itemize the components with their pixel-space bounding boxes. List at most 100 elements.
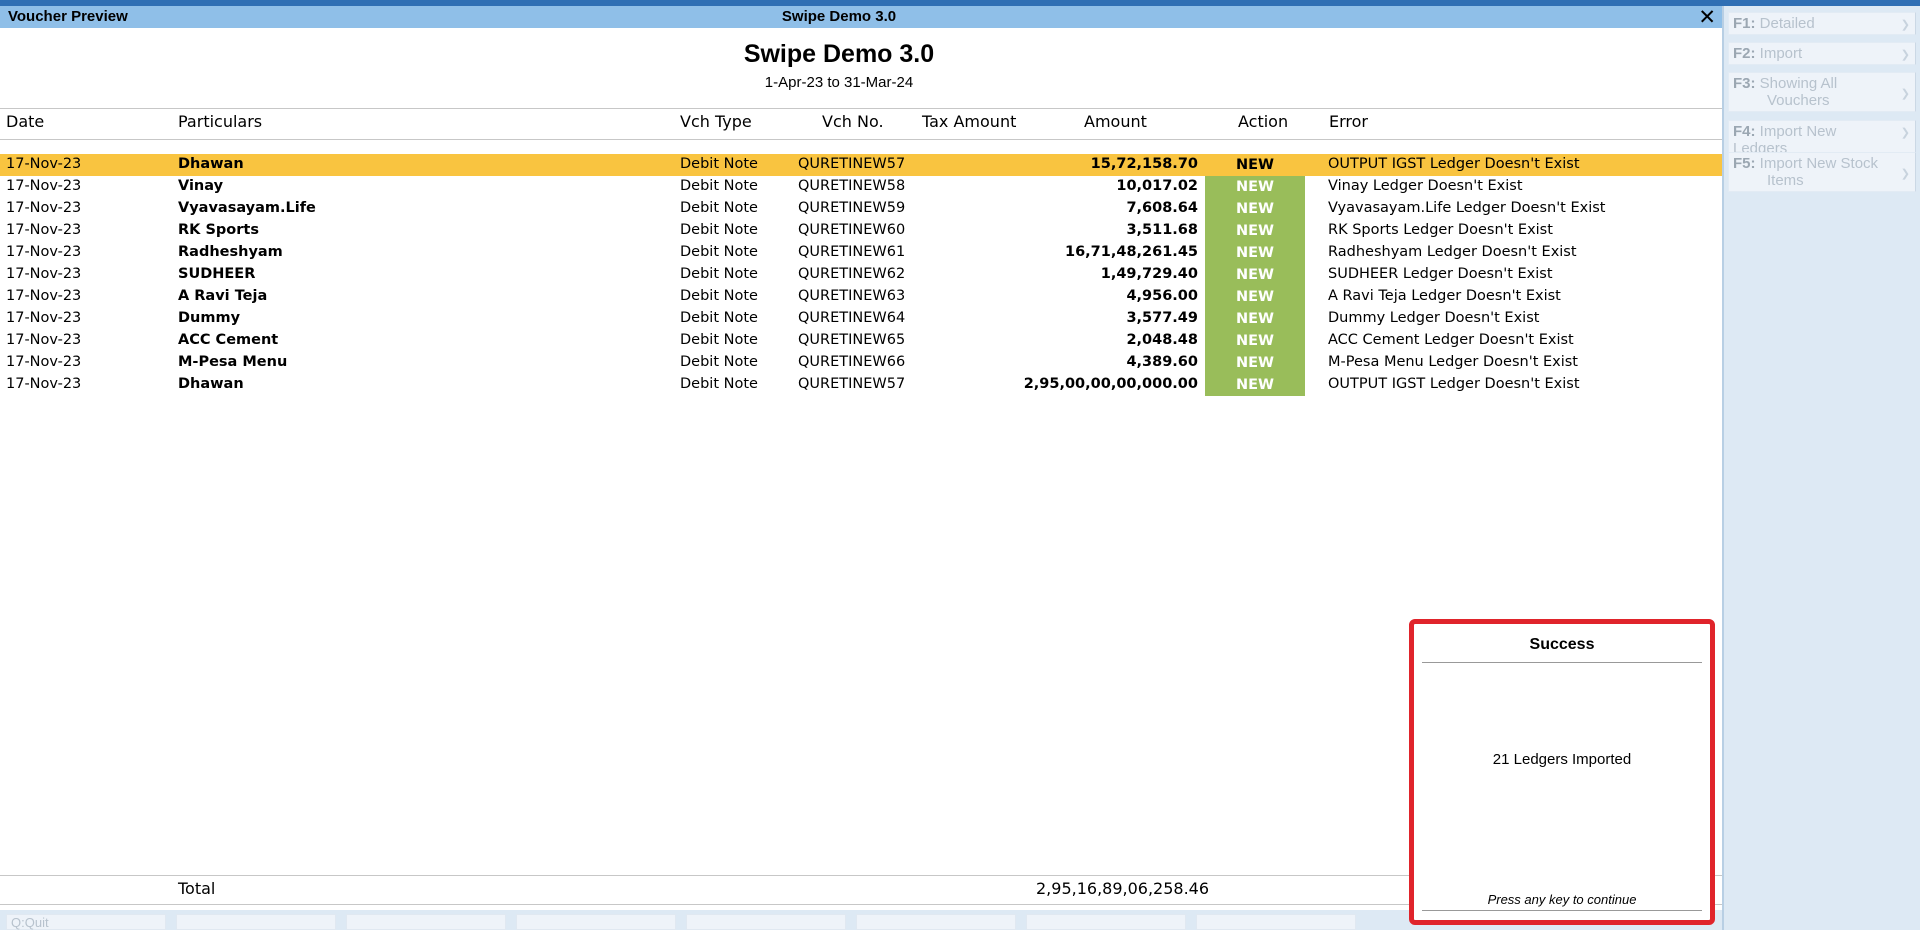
bottom-button-slot[interactable] <box>856 914 1016 930</box>
table-row[interactable]: 17-Nov-23 Dhawan Debit Note QURETINEW57 … <box>0 154 1722 176</box>
company-name: Swipe Demo 3.0 <box>743 40 935 68</box>
table-row[interactable]: 17-Nov-23 RK Sports Debit Note QURETINEW… <box>0 220 1722 242</box>
table-row[interactable]: 17-Nov-23 Vyavasayam.Life Debit Note QUR… <box>0 198 1722 220</box>
chevron-right-icon: ❯ <box>1900 168 1910 180</box>
col-tax-amount: Tax Amount <box>922 112 1017 131</box>
f1-detailed-button[interactable]: F1: Detailed ❯ <box>1728 12 1916 35</box>
f3-label: Showing All <box>1759 75 1838 92</box>
cell-date: 17-Nov-23 <box>6 288 82 304</box>
cell-vch-no: QURETINEW60 <box>798 222 906 238</box>
col-vch-type: Vch Type <box>680 112 752 131</box>
bottom-button-slot[interactable] <box>516 914 676 930</box>
cell-date: 17-Nov-23 <box>6 266 82 282</box>
cell-date: 17-Nov-23 <box>6 178 82 194</box>
cell-particulars: Vyavasayam.Life <box>178 200 316 216</box>
cell-vch-type: Debit Note <box>680 354 758 370</box>
bottom-button-slot[interactable] <box>176 914 336 930</box>
close-icon[interactable]: ✕ <box>1698 5 1716 30</box>
table-row[interactable]: 17-Nov-23 A Ravi Teja Debit Note QURETIN… <box>0 286 1722 308</box>
cell-particulars: M-Pesa Menu <box>178 354 288 370</box>
cell-amount: 15,72,158.70 <box>1090 156 1198 172</box>
f5-key: F5: <box>1733 155 1756 172</box>
cell-action-badge: NEW <box>1205 220 1305 242</box>
dialog-title: Success <box>1422 636 1702 663</box>
cell-date: 17-Nov-23 <box>6 156 82 172</box>
cell-error: Radheshyam Ledger Doesn't Exist <box>1328 244 1577 260</box>
cell-amount: 7,608.64 <box>1126 200 1198 216</box>
dialog-message: 21 Ledgers Imported <box>1492 751 1632 768</box>
table-row[interactable]: 17-Nov-23 Vinay Debit Note QURETINEW58 1… <box>0 176 1722 198</box>
table-row[interactable]: 17-Nov-23 Radheshyam Debit Note QURETINE… <box>0 242 1722 264</box>
cell-action-badge: NEW <box>1205 286 1305 308</box>
cell-error: Dummy Ledger Doesn't Exist <box>1328 310 1540 326</box>
f4-key: F4: <box>1733 123 1756 140</box>
col-date: Date <box>6 112 45 131</box>
quit-button[interactable]: Q:Quit <box>6 914 166 930</box>
cell-amount: 4,389.60 <box>1126 354 1198 370</box>
table-row[interactable]: 17-Nov-23 Dhawan Debit Note QURETINEW57 … <box>0 374 1722 396</box>
bottom-button-slot[interactable] <box>1026 914 1186 930</box>
total-label: Total <box>178 879 216 898</box>
chevron-right-icon: ❯ <box>1900 49 1910 61</box>
cell-vch-no: QURETINEW66 <box>798 354 906 370</box>
f2-import-button[interactable]: F2: Import ❯ <box>1728 42 1916 65</box>
cell-action-badge: NEW <box>1205 264 1305 286</box>
cell-amount: 10,017.02 <box>1116 178 1198 194</box>
cell-error: A Ravi Teja Ledger Doesn't Exist <box>1328 288 1561 304</box>
cell-vch-no: QURETINEW65 <box>798 332 906 348</box>
cell-vch-no: QURETINEW62 <box>798 266 906 282</box>
f1-label: Detailed <box>1759 15 1815 32</box>
cell-error: OUTPUT IGST Ledger Doesn't Exist <box>1328 156 1580 172</box>
title-bar: Voucher Preview Swipe Demo 3.0 ✕ <box>0 5 1722 30</box>
cell-date: 17-Nov-23 <box>6 376 82 392</box>
cell-vch-no: QURETINEW57 <box>798 156 906 172</box>
cell-action-badge: NEW <box>1205 176 1305 198</box>
col-error: Error <box>1329 112 1368 131</box>
cell-action-badge: NEW <box>1205 330 1305 352</box>
f5-label-line2: Items <box>1767 172 1804 189</box>
cell-date: 17-Nov-23 <box>6 332 82 348</box>
success-dialog[interactable]: Success 21 Ledgers Imported Press any ke… <box>1409 619 1715 925</box>
cell-particulars: A Ravi Teja <box>178 288 268 304</box>
f1-key: F1: <box>1733 15 1756 32</box>
cell-vch-no: QURETINEW58 <box>798 178 906 194</box>
table-row[interactable]: 17-Nov-23 ACC Cement Debit Note QURETINE… <box>0 330 1722 352</box>
cell-date: 17-Nov-23 <box>6 354 82 370</box>
cell-action-badge: NEW <box>1205 308 1305 330</box>
table-row[interactable]: 17-Nov-23 Dummy Debit Note QURETINEW64 3… <box>0 308 1722 330</box>
f3-key: F3: <box>1733 75 1756 92</box>
cell-vch-type: Debit Note <box>680 332 758 348</box>
cell-error: OUTPUT IGST Ledger Doesn't Exist <box>1328 376 1580 392</box>
cell-error: Vyavasayam.Life Ledger Doesn't Exist <box>1328 200 1606 216</box>
cell-particulars: Dhawan <box>178 376 244 392</box>
cell-particulars: SUDHEER <box>178 266 256 282</box>
cell-action-badge: NEW <box>1235 157 1275 173</box>
cell-amount: 2,048.48 <box>1126 332 1198 348</box>
bottom-button-slot[interactable] <box>686 914 846 930</box>
cell-particulars: Dummy <box>178 310 241 326</box>
bottom-button-slot[interactable] <box>1196 914 1356 930</box>
column-header-row: Date Particulars Vch Type Vch No. Tax Am… <box>0 108 1722 140</box>
f5-import-new-stock-items-button[interactable]: F5: Import New Stock Items ❯ <box>1728 152 1916 192</box>
cell-error: ACC Cement Ledger Doesn't Exist <box>1328 332 1574 348</box>
f3-showing-all-vouchers-button[interactable]: F3: Showing All Vouchers ❯ <box>1728 72 1916 112</box>
cell-amount: 2,95,00,00,00,000.00 <box>1023 376 1198 392</box>
dialog-footer-hint: Press any key to continue <box>1422 892 1702 911</box>
function-key-sidebar: F1: Detailed ❯ F2: Import ❯ F3: Showing … <box>1722 6 1920 930</box>
col-action: Action <box>1238 112 1289 131</box>
bottom-button-slot[interactable] <box>346 914 506 930</box>
cell-particulars: Dhawan <box>178 156 244 172</box>
cell-particulars: ACC Cement <box>178 332 279 348</box>
col-amount: Amount <box>1084 112 1147 131</box>
chevron-right-icon: ❯ <box>1900 19 1910 31</box>
cell-vch-type: Debit Note <box>680 244 758 260</box>
table-row[interactable]: 17-Nov-23 SUDHEER Debit Note QURETINEW62… <box>0 264 1722 286</box>
cell-particulars: RK Sports <box>178 222 259 238</box>
cell-particulars: Radheshyam <box>178 244 283 260</box>
cell-amount: 16,71,48,261.45 <box>1064 244 1198 260</box>
cell-vch-type: Debit Note <box>680 376 758 392</box>
f2-label: Import <box>1759 45 1803 62</box>
cell-amount: 1,49,729.40 <box>1100 266 1198 282</box>
cell-date: 17-Nov-23 <box>6 244 82 260</box>
table-row[interactable]: 17-Nov-23 M-Pesa Menu Debit Note QURETIN… <box>0 352 1722 374</box>
